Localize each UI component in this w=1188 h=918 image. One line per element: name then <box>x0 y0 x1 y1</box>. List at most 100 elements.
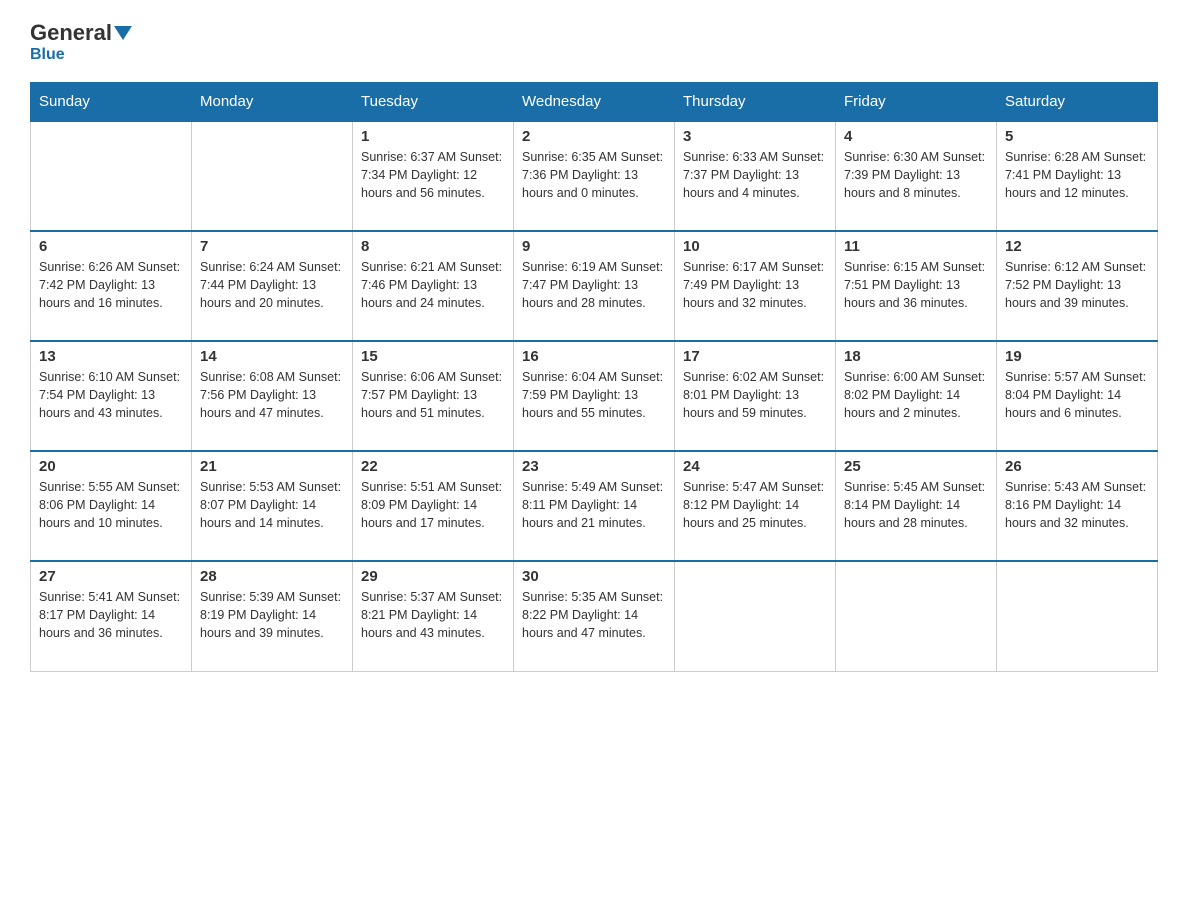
logo-blue-text: Blue <box>30 46 65 63</box>
day-info: Sunrise: 5:55 AM Sunset: 8:06 PM Dayligh… <box>39 478 183 532</box>
calendar-cell <box>31 121 192 231</box>
weekday-header-thursday: Thursday <box>675 83 836 122</box>
day-number: 29 <box>361 568 505 585</box>
day-info: Sunrise: 6:00 AM Sunset: 8:02 PM Dayligh… <box>844 368 988 422</box>
calendar-week-row: 1Sunrise: 6:37 AM Sunset: 7:34 PM Daylig… <box>31 121 1158 231</box>
day-number: 3 <box>683 128 827 145</box>
calendar-week-row: 13 Sunrise: 6:10 AM Sunset: 7:54 PM Dayli… <box>31 341 1158 451</box>
calendar-cell: 15 Sunrise: 6:06 AM Sunset: 7:57 PM Dayli… <box>353 341 514 451</box>
day-info: Sunrise: 5:49 AM Sunset: 8:11 PM Dayligh… <box>522 478 666 532</box>
weekday-header-monday: Monday <box>192 83 353 122</box>
calendar-cell: 7Sunrise: 6:24 AM Sunset: 7:44 PM Daylig… <box>192 231 353 341</box>
calendar-cell: 2 Sunrise: 6:35 AM Sunset: 7:36 PM Daylig… <box>514 121 675 231</box>
page-header: General Blue <box>30 20 1158 64</box>
day-info: Sunrise: 6:28 AM Sunset: 7:41 PM Dayligh… <box>1005 148 1149 202</box>
day-number: 27 <box>39 568 183 585</box>
calendar-table: SundayMondayTuesdayWednesdayThursdayFrid… <box>30 82 1158 672</box>
calendar-cell: 21Sunrise: 5:53 AM Sunset: 8:07 PM Dayli… <box>192 451 353 561</box>
day-info: Sunrise: 6:30 AM Sunset: 7:39 PM Dayligh… <box>844 148 988 202</box>
calendar-cell <box>997 561 1158 671</box>
day-number: 7 <box>200 238 344 255</box>
calendar-cell: 8Sunrise: 6:21 AM Sunset: 7:46 PM Daylig… <box>353 231 514 341</box>
day-info: Sunrise: 5:43 AM Sunset: 8:16 PM Dayligh… <box>1005 478 1149 532</box>
day-number: 26 <box>1005 458 1149 475</box>
day-info: Sunrise: 6:26 AM Sunset: 7:42 PM Dayligh… <box>39 258 183 312</box>
calendar-week-row: 20 Sunrise: 5:55 AM Sunset: 8:06 PM Dayli… <box>31 451 1158 561</box>
calendar-cell: 17Sunrise: 6:02 AM Sunset: 8:01 PM Dayli… <box>675 341 836 451</box>
calendar-cell: 27 Sunrise: 5:41 AM Sunset: 8:17 PM Dayli… <box>31 561 192 671</box>
day-number: 10 <box>683 238 827 255</box>
logo-triangle-icon <box>114 26 132 40</box>
calendar-week-row: 6 Sunrise: 6:26 AM Sunset: 7:42 PM Daylig… <box>31 231 1158 341</box>
logo-general-text: General <box>30 20 112 46</box>
day-number: 12 <box>1005 238 1149 255</box>
calendar-cell <box>836 561 997 671</box>
day-number: 15 <box>361 348 505 365</box>
calendar-cell: 25Sunrise: 5:45 AM Sunset: 8:14 PM Dayli… <box>836 451 997 561</box>
calendar-cell <box>675 561 836 671</box>
day-number: 21 <box>200 458 344 475</box>
day-info: Sunrise: 6:21 AM Sunset: 7:46 PM Dayligh… <box>361 258 505 312</box>
day-info: Sunrise: 6:19 AM Sunset: 7:47 PM Dayligh… <box>522 258 666 312</box>
day-info: Sunrise: 6:04 AM Sunset: 7:59 PM Dayligh… <box>522 368 666 422</box>
weekday-header-sunday: Sunday <box>31 83 192 122</box>
day-number: 14 <box>200 348 344 365</box>
day-info: Sunrise: 6:10 AM Sunset: 7:54 PM Dayligh… <box>39 368 183 422</box>
calendar-cell: 4 Sunrise: 6:30 AM Sunset: 7:39 PM Daylig… <box>836 121 997 231</box>
calendar-cell: 24Sunrise: 5:47 AM Sunset: 8:12 PM Dayli… <box>675 451 836 561</box>
day-number: 22 <box>361 458 505 475</box>
calendar-cell: 28Sunrise: 5:39 AM Sunset: 8:19 PM Dayli… <box>192 561 353 671</box>
day-number: 19 <box>1005 348 1149 365</box>
calendar-cell: 23 Sunrise: 5:49 AM Sunset: 8:11 PM Dayli… <box>514 451 675 561</box>
day-number: 30 <box>522 568 666 585</box>
calendar-cell: 6 Sunrise: 6:26 AM Sunset: 7:42 PM Daylig… <box>31 231 192 341</box>
day-info: Sunrise: 6:17 AM Sunset: 7:49 PM Dayligh… <box>683 258 827 312</box>
day-info: Sunrise: 6:15 AM Sunset: 7:51 PM Dayligh… <box>844 258 988 312</box>
day-number: 16 <box>522 348 666 365</box>
day-number: 18 <box>844 348 988 365</box>
calendar-cell: 9 Sunrise: 6:19 AM Sunset: 7:47 PM Daylig… <box>514 231 675 341</box>
calendar-cell: 26 Sunrise: 5:43 AM Sunset: 8:16 PM Dayli… <box>997 451 1158 561</box>
day-info: Sunrise: 5:41 AM Sunset: 8:17 PM Dayligh… <box>39 588 183 642</box>
day-info: Sunrise: 5:39 AM Sunset: 8:19 PM Dayligh… <box>200 588 344 642</box>
weekday-header-friday: Friday <box>836 83 997 122</box>
day-info: Sunrise: 5:57 AM Sunset: 8:04 PM Dayligh… <box>1005 368 1149 422</box>
calendar-cell: 14 Sunrise: 6:08 AM Sunset: 7:56 PM Dayli… <box>192 341 353 451</box>
day-info: Sunrise: 5:51 AM Sunset: 8:09 PM Dayligh… <box>361 478 505 532</box>
weekday-header-saturday: Saturday <box>997 83 1158 122</box>
weekday-header-tuesday: Tuesday <box>353 83 514 122</box>
day-number: 9 <box>522 238 666 255</box>
day-info: Sunrise: 6:06 AM Sunset: 7:57 PM Dayligh… <box>361 368 505 422</box>
day-info: Sunrise: 5:35 AM Sunset: 8:22 PM Dayligh… <box>522 588 666 642</box>
day-info: Sunrise: 6:08 AM Sunset: 7:56 PM Dayligh… <box>200 368 344 422</box>
calendar-cell: 5Sunrise: 6:28 AM Sunset: 7:41 PM Daylig… <box>997 121 1158 231</box>
day-number: 13 <box>39 348 183 365</box>
day-info: Sunrise: 5:37 AM Sunset: 8:21 PM Dayligh… <box>361 588 505 642</box>
calendar-cell: 13 Sunrise: 6:10 AM Sunset: 7:54 PM Dayli… <box>31 341 192 451</box>
weekday-header-wednesday: Wednesday <box>514 83 675 122</box>
day-number: 11 <box>844 238 988 255</box>
calendar-cell: 22 Sunrise: 5:51 AM Sunset: 8:09 PM Dayli… <box>353 451 514 561</box>
calendar-cell: 20 Sunrise: 5:55 AM Sunset: 8:06 PM Dayli… <box>31 451 192 561</box>
day-number: 20 <box>39 458 183 475</box>
day-number: 24 <box>683 458 827 475</box>
calendar-cell: 19 Sunrise: 5:57 AM Sunset: 8:04 PM Dayli… <box>997 341 1158 451</box>
day-number: 4 <box>844 128 988 145</box>
calendar-cell: 16 Sunrise: 6:04 AM Sunset: 7:59 PM Dayli… <box>514 341 675 451</box>
calendar-cell: 12 Sunrise: 6:12 AM Sunset: 7:52 PM Dayli… <box>997 231 1158 341</box>
day-number: 2 <box>522 128 666 145</box>
day-info: Sunrise: 5:45 AM Sunset: 8:14 PM Dayligh… <box>844 478 988 532</box>
calendar-week-row: 27 Sunrise: 5:41 AM Sunset: 8:17 PM Dayli… <box>31 561 1158 671</box>
day-info: Sunrise: 6:12 AM Sunset: 7:52 PM Dayligh… <box>1005 258 1149 312</box>
calendar-cell <box>192 121 353 231</box>
logo: General Blue <box>30 20 134 64</box>
day-number: 23 <box>522 458 666 475</box>
day-info: Sunrise: 6:35 AM Sunset: 7:36 PM Dayligh… <box>522 148 666 202</box>
calendar-header-row: SundayMondayTuesdayWednesdayThursdayFrid… <box>31 83 1158 122</box>
calendar-cell: 11 Sunrise: 6:15 AM Sunset: 7:51 PM Dayli… <box>836 231 997 341</box>
calendar-cell: 29 Sunrise: 5:37 AM Sunset: 8:21 PM Dayli… <box>353 561 514 671</box>
day-number: 6 <box>39 238 183 255</box>
calendar-cell: 3Sunrise: 6:33 AM Sunset: 7:37 PM Daylig… <box>675 121 836 231</box>
calendar-cell: 10 Sunrise: 6:17 AM Sunset: 7:49 PM Dayli… <box>675 231 836 341</box>
day-number: 1 <box>361 128 505 145</box>
